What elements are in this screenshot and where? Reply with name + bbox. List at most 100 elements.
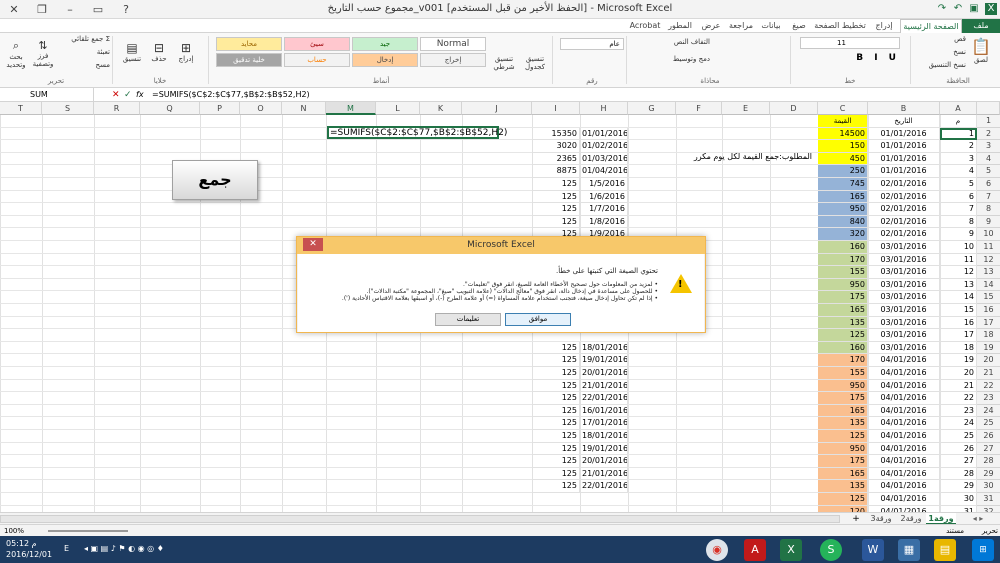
cell-c12[interactable]: 170 <box>818 253 868 267</box>
cell-b31[interactable]: 04/01/2016 <box>868 493 940 506</box>
cell-a10[interactable]: 9 <box>940 228 977 241</box>
cell-a13[interactable]: 12 <box>940 266 977 279</box>
cell-c18[interactable]: 125 <box>818 329 868 342</box>
cell-c21[interactable]: 155 <box>818 367 868 380</box>
cell-b24[interactable]: 04/01/2016 <box>868 404 940 418</box>
row-header[interactable]: 25 <box>977 417 1000 430</box>
cell-a21[interactable]: 20 <box>940 367 977 380</box>
cell-a4[interactable]: 3 <box>940 152 977 166</box>
tab-insert[interactable]: إدراج <box>868 19 900 33</box>
row-header[interactable]: 23 <box>977 392 1000 405</box>
cell-b2[interactable]: 01/01/2016 <box>868 127 940 141</box>
cell-b21[interactable]: 04/01/2016 <box>868 367 940 380</box>
row-header[interactable]: 18 <box>977 329 1000 342</box>
cell-c25[interactable]: 135 <box>818 417 868 430</box>
minimize-window-icon[interactable]: – <box>56 0 84 19</box>
start-icon[interactable]: ⊞ <box>972 539 994 561</box>
cell-b16[interactable]: 03/01/2016 <box>868 304 940 317</box>
style-good[interactable]: جيد <box>352 37 418 51</box>
name-box[interactable]: SUM <box>0 88 94 102</box>
cell-i26[interactable]: 125 <box>532 430 580 443</box>
row-header[interactable]: 17 <box>977 316 1000 330</box>
cell-i2[interactable]: 15350 <box>532 127 580 141</box>
cell-b18[interactable]: 03/01/2016 <box>868 329 940 342</box>
column-header-p[interactable]: P <box>200 102 240 115</box>
redo-icon[interactable]: ↷ <box>936 3 948 15</box>
tab-home[interactable]: الصفحة الرئيسية <box>900 19 962 33</box>
cell-b8[interactable]: 02/01/2016 <box>868 203 940 216</box>
format-as-table-button[interactable]: تنسيق كجدول <box>520 55 550 71</box>
style-input[interactable]: إدخال <box>352 53 418 67</box>
tab-formulas[interactable]: صيغ <box>786 19 812 33</box>
conditional-format-button[interactable]: تنسيق شرطي <box>488 55 520 71</box>
cell-h19[interactable]: 18/01/2016 <box>580 341 628 355</box>
cell-a23[interactable]: 22 <box>940 392 977 405</box>
cell-i24[interactable]: 125 <box>532 404 580 418</box>
confirm-entry-icon[interactable]: ✓ <box>124 89 134 101</box>
cell-h9[interactable]: 1/8/2016 <box>580 215 628 229</box>
cell-a15[interactable]: 14 <box>940 291 977 304</box>
cell-i3[interactable]: 3020 <box>532 140 580 153</box>
cell-c13[interactable]: 155 <box>818 266 868 279</box>
cell-b17[interactable]: 03/01/2016 <box>868 316 940 330</box>
cell-b7[interactable]: 02/01/2016 <box>868 190 940 204</box>
row-header[interactable]: 1 <box>977 115 1000 128</box>
save-icon[interactable]: ▣ <box>968 3 980 15</box>
style-bad[interactable]: سيئ <box>284 37 350 51</box>
cell-b28[interactable]: 04/01/2016 <box>868 455 940 468</box>
clear-button[interactable]: مسح <box>56 61 110 69</box>
autosum-button[interactable]: جمع تلقائي Σ <box>56 35 110 43</box>
cell-c23[interactable]: 175 <box>818 392 868 405</box>
font-format-buttons[interactable]: B I U <box>800 53 900 63</box>
cell-a6[interactable]: 5 <box>940 178 977 191</box>
column-header-g[interactable]: G <box>628 102 676 115</box>
row-header[interactable]: 5 <box>977 165 1000 178</box>
cell-h2[interactable]: 01/01/2016 <box>580 127 628 141</box>
sum-macro-button[interactable]: جمع <box>172 160 258 200</box>
cell-i28[interactable]: 125 <box>532 455 580 468</box>
column-header-s[interactable]: S <box>42 102 94 115</box>
help-button[interactable]: تعليمات <box>435 313 501 326</box>
cell-a8[interactable]: 7 <box>940 203 977 216</box>
cell-a9[interactable]: 8 <box>940 215 977 229</box>
cell-c20[interactable]: 170 <box>818 354 868 367</box>
row-header[interactable]: 10 <box>977 228 1000 241</box>
cell-a30[interactable]: 29 <box>940 480 977 493</box>
tab-view[interactable]: عرض <box>696 19 726 33</box>
insert-cells-button[interactable]: ⊞ إدراج <box>172 41 200 63</box>
column-header-j[interactable]: J <box>462 102 532 115</box>
column-header-n[interactable]: N <box>282 102 326 115</box>
help-icon[interactable]: ? <box>112 0 140 19</box>
tab-file[interactable]: ملف <box>962 19 1000 33</box>
chrome-icon[interactable]: ◉ <box>706 539 728 561</box>
style-normal[interactable]: Normal <box>420 37 486 51</box>
cell-a11[interactable]: 10 <box>940 241 977 254</box>
cell-b30[interactable]: 04/01/2016 <box>868 480 940 493</box>
cell-b11[interactable]: 03/01/2016 <box>868 241 940 254</box>
font-size-box[interactable]: 11 <box>800 37 900 49</box>
cell-a27[interactable]: 26 <box>940 442 977 456</box>
column-header-q[interactable]: Q <box>140 102 200 115</box>
column-header-m[interactable]: M <box>326 102 376 115</box>
cell-b20[interactable]: 04/01/2016 <box>868 354 940 367</box>
cell-i7[interactable]: 125 <box>532 190 580 204</box>
horizontal-scrollbar[interactable] <box>0 515 840 523</box>
control-panel-icon[interactable]: ▦ <box>898 539 920 561</box>
cell-i20[interactable]: 125 <box>532 354 580 367</box>
cell-b29[interactable]: 04/01/2016 <box>868 467 940 481</box>
cell-c7[interactable]: 165 <box>818 190 868 204</box>
cell-h27[interactable]: 19/01/2016 <box>580 442 628 456</box>
cell-c11[interactable]: 160 <box>818 241 868 254</box>
tab-data[interactable]: بيانات <box>756 19 786 33</box>
tab-developer[interactable]: المطور <box>664 19 696 33</box>
cell-a16[interactable]: 15 <box>940 304 977 317</box>
cell-a26[interactable]: 25 <box>940 430 977 443</box>
word-icon[interactable]: W <box>862 539 884 561</box>
column-header-o[interactable]: O <box>240 102 282 115</box>
row-header[interactable]: 22 <box>977 379 1000 393</box>
style-neutral[interactable]: محايد <box>216 37 282 51</box>
cell-b9[interactable]: 02/01/2016 <box>868 215 940 229</box>
cell-c24[interactable]: 165 <box>818 404 868 418</box>
cell-i25[interactable]: 125 <box>532 417 580 430</box>
cell-h20[interactable]: 19/01/2016 <box>580 354 628 367</box>
